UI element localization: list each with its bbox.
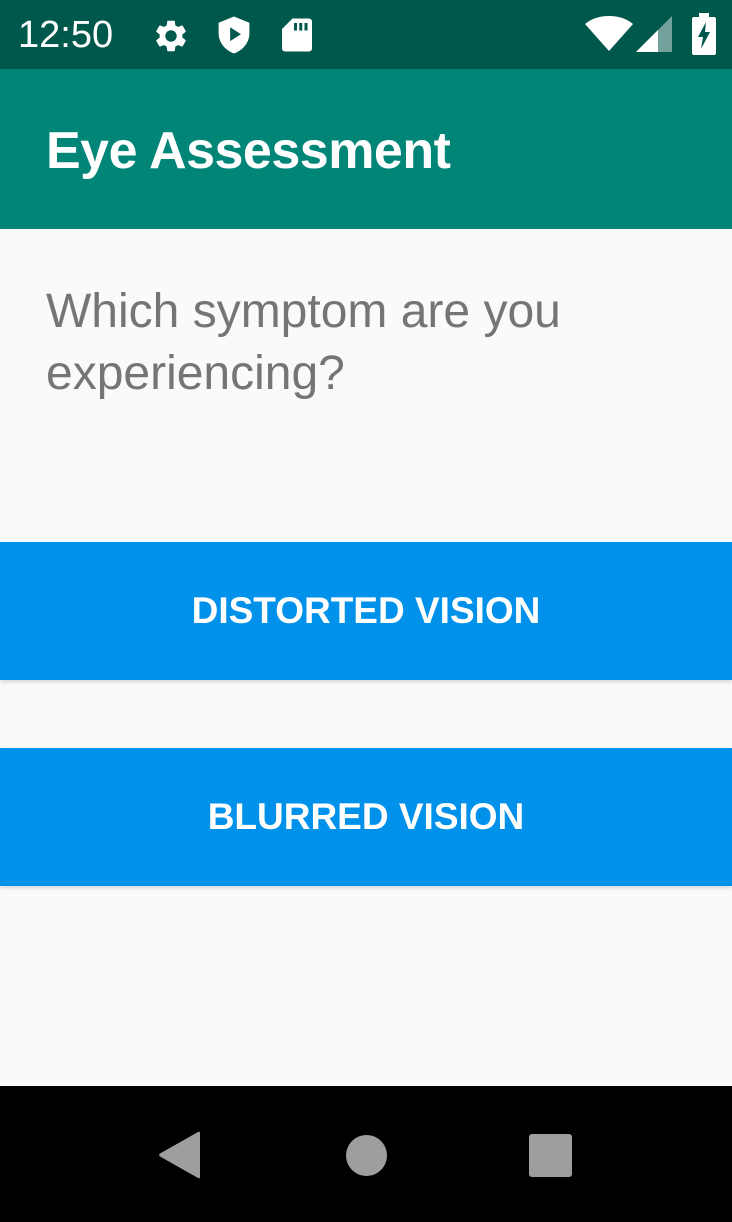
- settings-icon: [156, 20, 186, 52]
- blurred-vision-button[interactable]: BLURRED VISION: [0, 748, 732, 886]
- shield-play-icon: [218, 16, 250, 54]
- wifi-icon: [585, 16, 633, 51]
- sd-card-icon: [282, 18, 312, 52]
- back-icon[interactable]: [158, 1131, 202, 1179]
- status-bar: 12:50: [0, 0, 732, 69]
- app-bar: Eye Assessment: [0, 69, 732, 229]
- distorted-vision-button[interactable]: DISTORTED VISION: [0, 542, 732, 680]
- home-icon[interactable]: [346, 1135, 387, 1176]
- recents-icon[interactable]: [529, 1134, 572, 1177]
- status-time: 12:50: [18, 14, 114, 56]
- app-title: Eye Assessment: [46, 122, 451, 180]
- cellular-signal-icon: [636, 16, 672, 52]
- battery-charging-icon: [692, 13, 716, 55]
- main-content: Which symptom are you experiencing? DIST…: [0, 229, 732, 1086]
- navigation-bar: [0, 1086, 732, 1222]
- question-text: Which symptom are you experiencing?: [46, 285, 561, 400]
